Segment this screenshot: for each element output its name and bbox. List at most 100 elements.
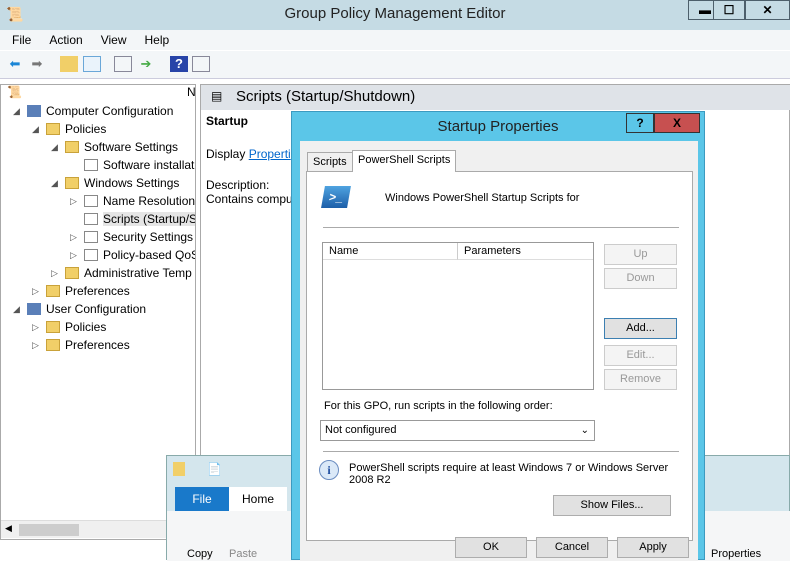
maximize-button[interactable]: ☐ xyxy=(713,0,745,20)
tree-item[interactable]: ▷ Administrative Temp xyxy=(51,264,192,282)
powershell-icon: >_ xyxy=(321,186,351,208)
apply-button[interactable]: Apply xyxy=(617,537,689,558)
folder-icon xyxy=(65,177,79,189)
tree-item-label: Policies xyxy=(65,122,107,136)
section-title: Startup xyxy=(206,114,248,128)
folder-icon xyxy=(46,123,60,135)
tree-item[interactable]: ◢ Policies xyxy=(32,120,107,138)
forward-arrow-icon[interactable]: ➡ xyxy=(28,56,46,72)
tree-item[interactable]: ◢ User Configuration xyxy=(13,300,146,318)
menu-help[interactable]: Help xyxy=(145,33,170,47)
scroll-thumb[interactable] xyxy=(19,524,79,536)
tree-item-label: Scripts (Startup/S xyxy=(103,212,196,226)
dialog-help-button[interactable]: ? xyxy=(626,113,654,133)
settings-icon xyxy=(84,231,98,243)
scripts-icon: ▤ xyxy=(211,89,223,103)
settings-icon xyxy=(84,195,98,207)
tree-item[interactable]: ◢ Software Settings xyxy=(51,138,179,156)
expand-arrow-icon[interactable]: ▷ xyxy=(32,318,39,336)
settings-icon xyxy=(84,213,98,225)
tree-item-label: Name Resolution xyxy=(103,194,196,208)
tree-item[interactable]: ▷ Security Settings xyxy=(70,228,193,246)
tree-item[interactable]: ▷ Preferences xyxy=(32,336,130,354)
info-text: PowerShell scripts require at least Wind… xyxy=(349,462,669,486)
expand-arrow-icon[interactable]: ▷ xyxy=(70,246,77,264)
remove-button[interactable]: Remove xyxy=(604,369,677,390)
tree-item[interactable]: ▷ Policy-based QoS xyxy=(70,246,195,264)
ok-button[interactable]: OK xyxy=(455,537,527,558)
description-label: Description: xyxy=(206,178,270,192)
collapse-arrow-icon[interactable]: ◢ xyxy=(51,138,58,156)
toolbar: ⬅ ➡ ➔ ? xyxy=(0,51,790,79)
up-folder-icon[interactable] xyxy=(60,56,78,72)
tab-panel: >_ Windows PowerShell Startup Scripts fo… xyxy=(306,171,693,541)
order-select[interactable]: Not configured ⌄ xyxy=(320,420,595,441)
column-name[interactable]: Name xyxy=(323,243,458,260)
description-text: Contains compu xyxy=(206,192,293,206)
folder-icon xyxy=(65,141,79,153)
add-button[interactable]: Add... xyxy=(604,318,677,339)
expand-arrow-icon[interactable]: ▷ xyxy=(51,264,58,282)
copy-button[interactable]: Copy xyxy=(187,548,213,560)
up-button[interactable]: Up xyxy=(604,244,677,265)
export-list-icon[interactable]: ➔ xyxy=(137,56,155,72)
collapse-arrow-icon[interactable]: ◢ xyxy=(32,120,39,138)
column-parameters[interactable]: Parameters xyxy=(458,243,593,260)
menu-action[interactable]: Action xyxy=(49,33,82,47)
menu-bar: File Action View Help xyxy=(0,30,790,50)
dialog-close-button[interactable]: X xyxy=(654,113,700,133)
properties-qa-icon: 📄 xyxy=(207,462,222,476)
folder-icon xyxy=(46,339,60,351)
down-button[interactable]: Down xyxy=(604,268,677,289)
show-hide-tree-icon[interactable] xyxy=(83,56,101,72)
explorer-file-tab[interactable]: File xyxy=(175,487,229,511)
tree-item-label: Computer Configuration xyxy=(46,104,174,118)
expand-arrow-icon[interactable]: ▷ xyxy=(70,228,77,246)
collapse-arrow-icon[interactable]: ◢ xyxy=(51,174,58,192)
properties-link[interactable]: Properti xyxy=(249,147,291,161)
properties-button[interactable]: Properties xyxy=(711,548,761,560)
tree-item[interactable]: Software installat xyxy=(84,156,194,174)
tab-scripts[interactable]: Scripts xyxy=(307,152,353,172)
chevron-down-icon: ⌄ xyxy=(580,425,589,436)
display-text: Display xyxy=(206,147,249,161)
title-bar: 📜 Group Policy Management Editor ▬ ☐ ✕ xyxy=(0,0,790,30)
expand-arrow-icon[interactable]: ▷ xyxy=(70,192,77,210)
expand-arrow-icon[interactable]: ▷ xyxy=(32,282,39,300)
show-action-pane-icon[interactable] xyxy=(192,56,210,72)
explorer-home-tab[interactable]: Home xyxy=(229,487,287,511)
tree-item-label: Policies xyxy=(65,320,107,334)
paste-button[interactable]: Paste xyxy=(229,548,257,560)
menu-file[interactable]: File xyxy=(12,33,31,47)
computer-icon xyxy=(27,303,41,315)
tree-item[interactable]: ▷ Preferences xyxy=(32,282,130,300)
tree-item[interactable]: ◢ Computer Configuration xyxy=(13,102,174,120)
edit-button[interactable]: Edit... xyxy=(604,345,677,366)
scripts-list[interactable]: Name Parameters xyxy=(322,242,594,390)
order-label: For this GPO, run scripts in the followi… xyxy=(324,400,553,412)
show-files-button[interactable]: Show Files... xyxy=(553,495,671,516)
tree-item[interactable]: ▷ Name Resolution xyxy=(70,192,196,210)
tree-item-label: Preferences xyxy=(65,338,130,352)
help-icon[interactable]: ? xyxy=(170,56,188,72)
close-button[interactable]: ✕ xyxy=(745,0,790,20)
collapse-arrow-icon[interactable]: ◢ xyxy=(13,300,20,318)
collapse-arrow-icon[interactable]: ◢ xyxy=(13,102,20,120)
properties-icon[interactable] xyxy=(114,56,132,72)
folder-icon xyxy=(46,285,60,297)
window-title: Group Policy Management Editor xyxy=(284,5,506,22)
folder-icon xyxy=(173,462,185,476)
info-icon: i xyxy=(319,460,339,480)
settings-icon xyxy=(84,159,98,171)
tree-item-label: Windows Settings xyxy=(84,176,180,190)
tree-item[interactable]: ▷ Policies xyxy=(32,318,107,336)
expand-arrow-icon[interactable]: ▷ xyxy=(32,336,39,354)
back-arrow-icon[interactable]: ⬅ xyxy=(6,56,24,72)
order-select-value: Not configured xyxy=(325,424,397,436)
tree-item-label: Software Settings xyxy=(84,140,179,154)
tree-item[interactable]: Scripts (Startup/S xyxy=(84,210,196,228)
cancel-button[interactable]: Cancel xyxy=(536,537,608,558)
tree-item[interactable]: ◢ Windows Settings xyxy=(51,174,180,192)
menu-view[interactable]: View xyxy=(101,33,127,47)
tab-powershell-scripts[interactable]: PowerShell Scripts xyxy=(352,150,457,172)
